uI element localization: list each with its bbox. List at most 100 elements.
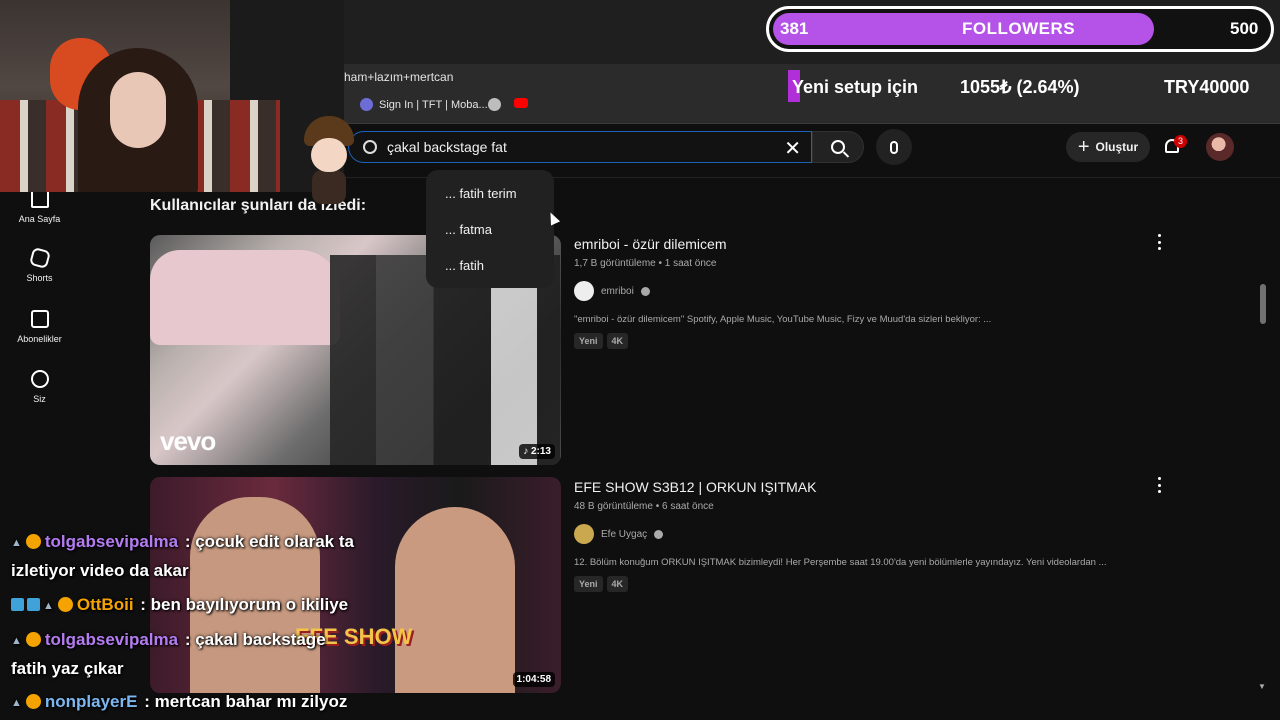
bookmark-label: Sign In | TFT | Moba... — [379, 98, 488, 111]
follower-count: 381 — [780, 19, 809, 38]
vevo-logo: vevo — [160, 426, 216, 456]
video-title[interactable]: emriboi - özür dilemicem — [574, 236, 726, 252]
guide-item-you[interactable]: Siz — [12, 370, 67, 404]
create-label: Oluştur — [1095, 140, 1139, 154]
follower-goal-label: FOLLOWERS — [962, 19, 1076, 38]
channel-avatar — [574, 524, 594, 544]
bits-badge-icon — [25, 632, 41, 647]
video-title[interactable]: EFE SHOW S3B12 | ORKUN IŞITMAK — [574, 479, 816, 495]
chat-username[interactable]: tolgabsevipalma — [45, 532, 178, 551]
globe-icon — [488, 98, 501, 111]
doll-sticker — [298, 116, 360, 204]
badge-4k: 4K — [606, 333, 629, 349]
badge-new: Yeni — [574, 333, 603, 349]
guide-item-home[interactable]: Ana Sayfa — [12, 190, 67, 224]
chat-username[interactable]: OttBoii — [77, 595, 134, 614]
search-box[interactable]: çakal backstage fat ✕ — [348, 131, 812, 163]
channel-name: Efe Uygaç — [601, 528, 648, 540]
shorts-icon — [28, 246, 51, 270]
address-text[interactable]: ham+lazım+mertcan — [344, 70, 453, 84]
chat-message: fatih yaz çıkar — [11, 659, 123, 679]
video-thumbnail[interactable]: EFE SHOW 1:04:58 — [150, 477, 561, 693]
bits-badge-icon — [25, 694, 41, 709]
chat-text: : ben bayılıyorum o ikiliye — [140, 595, 349, 614]
scrollbar[interactable] — [1258, 178, 1268, 692]
channel-link[interactable]: emriboi — [574, 281, 650, 301]
badge-4k: 4K — [606, 576, 629, 592]
shield-icon — [360, 98, 373, 111]
subscriptions-icon — [30, 310, 49, 328]
video-meta: 1,7 B görüntüleme • 1 saat önce — [574, 258, 717, 269]
more-actions-button[interactable] — [1155, 234, 1163, 250]
microphone-icon — [890, 140, 898, 154]
donation-goal-name: Yeni setup için — [792, 77, 919, 97]
suggestion-item[interactable]: ... fatma — [426, 212, 554, 248]
chat-text: fatih yaz çıkar — [11, 659, 124, 678]
chat-message: ▲ tolgabsevipalma : çocuk edit olarak ta — [11, 532, 354, 552]
video-description: 12. Bölüm konuğum ORKUN IŞITMAK bizimley… — [574, 557, 1107, 568]
guide-item-subscriptions[interactable]: Abonelikler — [12, 310, 67, 344]
scrollbar-thumb[interactable] — [1260, 284, 1266, 324]
search-suggestions: ... fatih terim ... fatma ... fatih — [426, 170, 554, 288]
donation-goal-amount: 1055₺ (2.64%) — [960, 77, 1080, 97]
search-icon — [363, 140, 377, 154]
video-meta: 48 B görüntüleme • 6 saat önce — [574, 501, 714, 512]
home-icon — [30, 190, 49, 208]
channel-name: emriboi — [601, 285, 634, 297]
doll-face — [311, 138, 347, 172]
clear-search-button[interactable]: ✕ — [784, 136, 801, 161]
thumbnail-image — [395, 507, 515, 693]
chat-text: izletiyor video da akar — [11, 561, 189, 580]
chat-badge-icon: ▲ — [43, 600, 54, 612]
verified-icon — [640, 286, 650, 296]
search-button[interactable] — [812, 131, 864, 163]
guide-label: Abonelikler — [17, 334, 62, 344]
youtube-icon — [514, 98, 528, 108]
bookmark-tft[interactable]: Sign In | TFT | Moba... — [360, 98, 488, 111]
chat-badge-icon: ▲ — [11, 697, 22, 709]
thumbnail-image — [150, 250, 340, 345]
follower-goal-target: 500 — [1230, 19, 1259, 38]
search-icon — [831, 140, 845, 154]
chat-username[interactable]: nonplayerE — [45, 692, 138, 711]
suggestion-item[interactable]: ... fatih terim — [426, 176, 554, 212]
video-badges: Yeni 4K — [574, 576, 629, 592]
video-badges: Yeni 4K — [574, 333, 629, 349]
voice-search-button[interactable] — [876, 129, 912, 165]
video-description: "emriboi - özür dilemicem" Spotify, Appl… — [574, 314, 992, 325]
bits-badge-icon — [57, 597, 73, 612]
webcam-overlay — [0, 0, 344, 192]
guide-label: Siz — [33, 394, 46, 404]
plus-icon: + — [1077, 136, 1090, 158]
bookmark-globe[interactable] — [488, 98, 501, 111]
chat-message: ▲ OttBoii : ben bayılıyorum o ikiliye — [11, 595, 348, 615]
search-input[interactable]: çakal backstage fat — [387, 139, 767, 155]
guide-label: Ana Sayfa — [18, 214, 61, 224]
bits-badge-icon — [25, 534, 41, 549]
guide-item-shorts[interactable]: Shorts — [12, 246, 67, 283]
chat-username[interactable]: tolgabsevipalma — [45, 630, 178, 649]
more-actions-button[interactable] — [1155, 477, 1163, 493]
account-avatar[interactable] — [1206, 133, 1234, 161]
channel-link[interactable]: Efe Uygaç — [574, 524, 664, 544]
scroll-down-arrow-icon[interactable]: ▼ — [1258, 682, 1266, 691]
verified-icon — [654, 529, 664, 539]
chat-text: : çakal backstage — [184, 630, 326, 649]
chat-badge-icon: ▲ — [11, 635, 22, 647]
suggestion-item[interactable]: ... fatih — [426, 248, 554, 284]
sub-badge-icon — [11, 598, 24, 611]
donation-goal-target: TRY40000 — [1164, 77, 1250, 97]
channel-avatar — [574, 281, 594, 301]
chat-badge-icon: ▲ — [11, 537, 22, 549]
create-button[interactable]: + Oluştur — [1066, 132, 1150, 162]
badge-new: Yeni — [574, 576, 603, 592]
bookmark-youtube[interactable] — [514, 98, 528, 108]
doll-body — [312, 170, 346, 204]
video-duration: ♪ 2:13 — [519, 444, 555, 459]
chat-message: izletiyor video da akar — [11, 561, 189, 581]
user-icon — [30, 370, 49, 388]
chat-text: : çocuk edit olarak ta — [184, 532, 354, 551]
chat-message: ▲ nonplayerE : mertcan bahar mı zilyoz — [11, 692, 347, 712]
notification-count-badge: 3 — [1174, 135, 1187, 148]
chat-message: ▲ tolgabsevipalma : çakal backstage — [11, 630, 326, 650]
